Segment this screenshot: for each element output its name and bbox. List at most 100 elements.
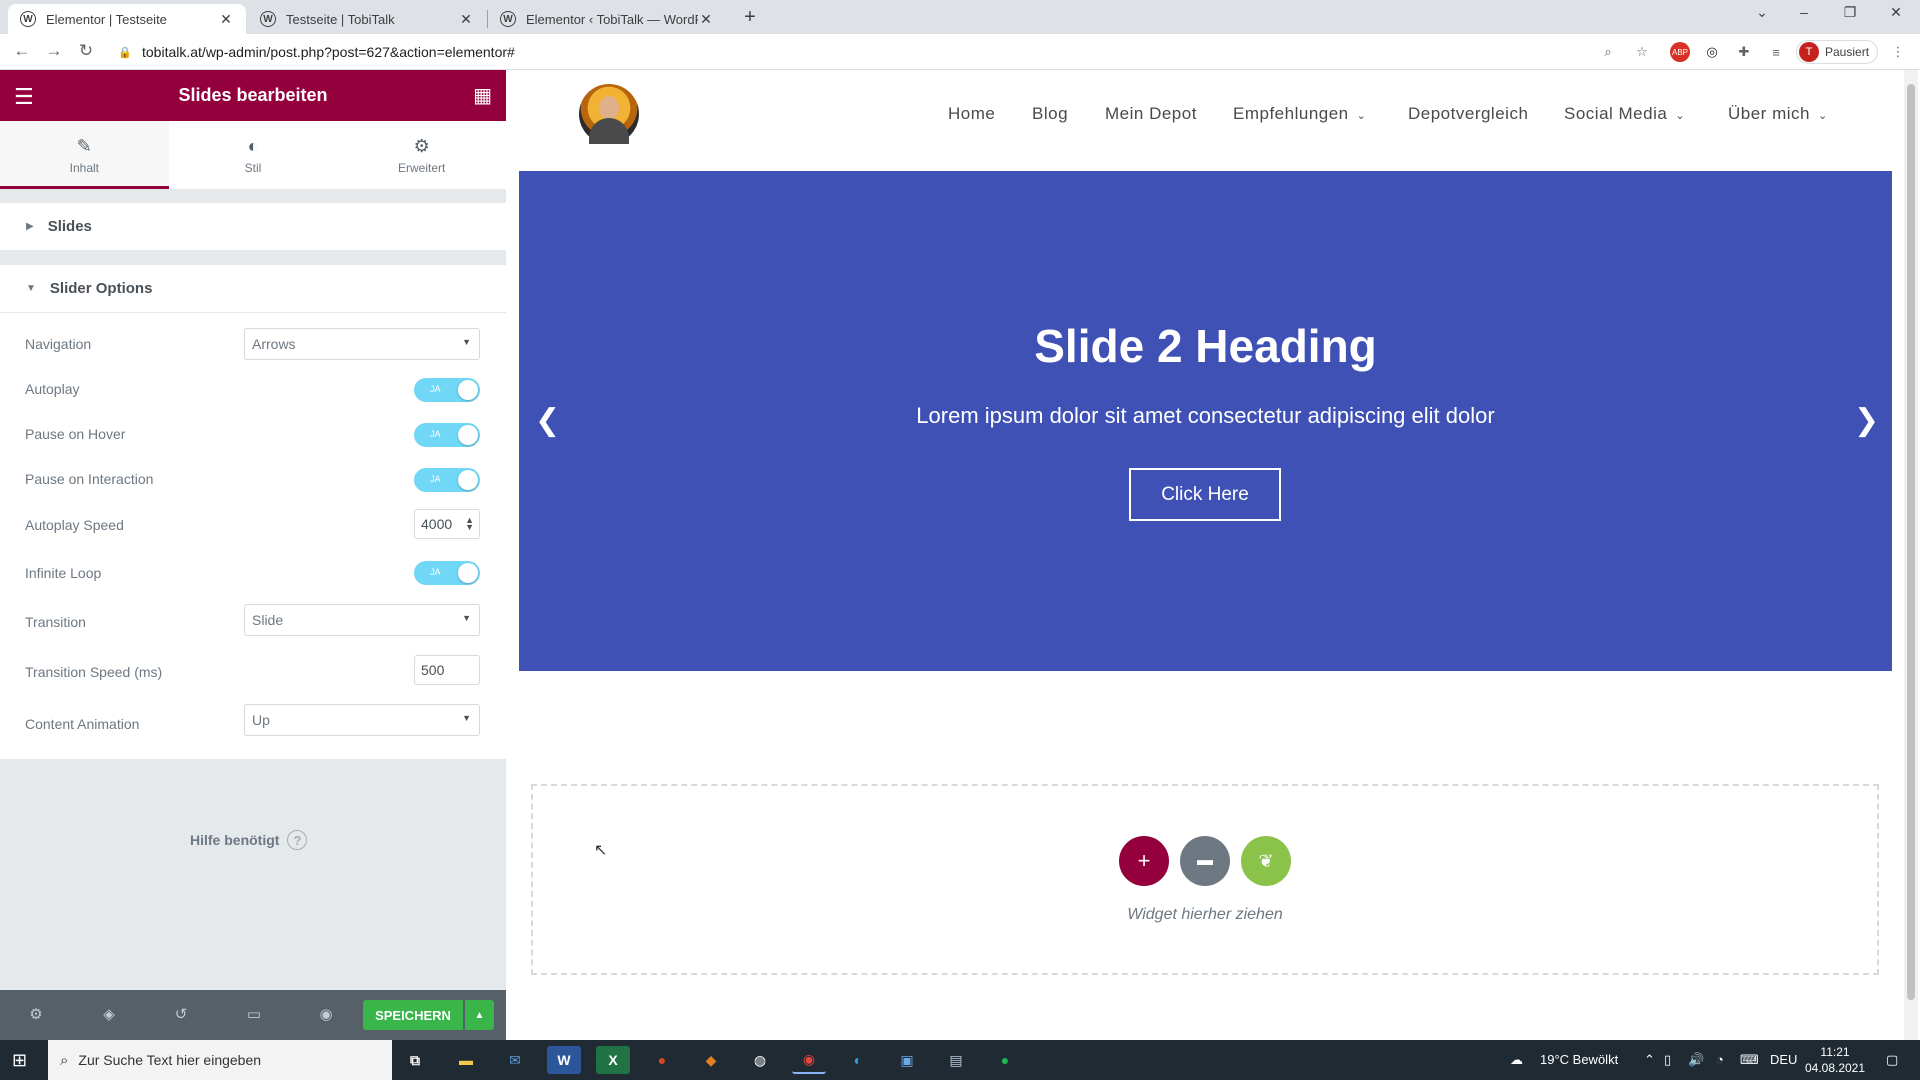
taskbar-search[interactable]: ⌕ Zur Suche Text hier eingeben xyxy=(48,1040,392,1080)
responsive-mode-icon[interactable]: ▭ xyxy=(239,1005,269,1023)
nav-home[interactable]: Home xyxy=(948,104,995,124)
transition-select[interactable]: Slide ▼ xyxy=(244,604,480,636)
nav-mein-depot[interactable]: Mein Depot xyxy=(1105,104,1197,124)
tab-stil[interactable]: ◐ Stil xyxy=(169,121,338,189)
profile-button[interactable]: T Pausiert xyxy=(1796,40,1879,64)
control-label: Autoplay Speed xyxy=(25,517,124,533)
elementor-panel: ☰ Slides bearbeiten ▦ ✎ Inhalt ◐ Stil ⚙ … xyxy=(0,70,506,990)
pause-on-interaction-toggle[interactable]: JA xyxy=(414,468,480,492)
app-window-icon[interactable]: ▣ xyxy=(890,1046,924,1074)
task-view-icon[interactable]: ⧉ xyxy=(398,1046,432,1074)
template-library-folder-icon[interactable]: ▬ xyxy=(1180,836,1230,886)
tray-chevron-icon[interactable]: ⌃ xyxy=(1644,1052,1655,1068)
section-slides[interactable]: ▶ Slides xyxy=(0,203,506,251)
notifications-icon[interactable]: ▢ xyxy=(1886,1052,1898,1068)
forward-icon[interactable]: → xyxy=(42,41,66,61)
windows-start-icon[interactable]: ⊞ xyxy=(12,1050,27,1071)
close-icon[interactable]: ✕ xyxy=(218,11,234,28)
navigator-layers-icon[interactable]: ◈ xyxy=(94,1005,124,1023)
reading-list-icon[interactable]: ≡ xyxy=(1766,42,1786,62)
close-icon[interactable]: ✕ xyxy=(698,11,714,28)
widgets-grid-icon[interactable]: ▦ xyxy=(473,83,492,108)
weather-text[interactable]: 19°C Bewölkt xyxy=(1540,1052,1618,1067)
tab-elementor-wordpress[interactable]: W Elementor ‹ TobiTalk — WordPre ✕ xyxy=(488,4,726,34)
address-bar[interactable]: 🔒 tobitalk.at/wp-admin/post.php?post=627… xyxy=(110,39,1630,65)
envato-leaf-icon[interactable]: ❦ xyxy=(1241,836,1291,886)
adblock-icon[interactable]: ABP xyxy=(1670,42,1690,62)
tab-testseite-tobitalk[interactable]: W Testseite | TobiTalk ✕ xyxy=(248,4,486,34)
nav-social-media[interactable]: Social Media ⌄ xyxy=(1564,104,1685,124)
nav-label: Social Media xyxy=(1564,104,1668,123)
empty-section-dropzone[interactable]: + ▬ ❦ Widget hierher ziehen xyxy=(531,784,1879,975)
chevron-down-icon: ⌄ xyxy=(1356,110,1367,122)
scrollbar-thumb[interactable] xyxy=(1907,84,1915,1000)
infinite-loop-toggle[interactable]: JA xyxy=(414,561,480,585)
history-icon[interactable]: ↺ xyxy=(166,1005,196,1023)
powerpoint-icon[interactable]: ● xyxy=(645,1046,679,1074)
nav-ueber-mich[interactable]: Über mich ⌄ xyxy=(1728,104,1828,124)
chrome-icon[interactable]: ◉ xyxy=(792,1046,826,1074)
extensions-puzzle-icon[interactable]: ✚ xyxy=(1734,42,1754,62)
content-animation-select[interactable]: Up ▼ xyxy=(244,704,480,736)
keyboard-icon[interactable]: ⌨ xyxy=(1740,1052,1759,1068)
section-slider-options[interactable]: ▼ Slider Options xyxy=(0,265,506,313)
add-section-plus-icon[interactable]: + xyxy=(1119,836,1169,886)
obs-icon[interactable]: ◍ xyxy=(743,1046,777,1074)
tab-elementor-testseite[interactable]: W Elementor | Testseite ✕ xyxy=(8,4,246,34)
slide-button[interactable]: Click Here xyxy=(1129,468,1281,521)
nav-depotvergleich[interactable]: Depotvergleich xyxy=(1408,104,1528,124)
meet-icon[interactable]: ▯ xyxy=(1664,1052,1671,1068)
close-window-icon[interactable]: ✕ xyxy=(1876,4,1916,21)
nav-empfehlungen[interactable]: Empfehlungen ⌄ xyxy=(1233,104,1366,124)
word-icon[interactable]: W xyxy=(547,1046,581,1074)
help-link[interactable]: Hilfe benötigt ? xyxy=(190,830,308,850)
autoplay-speed-input[interactable]: 4000 ▲ ▼ xyxy=(414,509,480,539)
nav-blog[interactable]: Blog xyxy=(1032,104,1068,124)
more-menu-icon[interactable]: ⋮ xyxy=(1888,42,1908,62)
autoplay-toggle[interactable]: JA xyxy=(414,378,480,402)
prev-arrow-icon[interactable]: ❮ xyxy=(535,403,560,438)
bookmark-star-icon[interactable]: ☆ xyxy=(1632,42,1652,62)
settings-gear-icon[interactable]: ⚙ xyxy=(21,1005,51,1023)
spotify-icon[interactable]: ● xyxy=(988,1046,1022,1074)
save-button[interactable]: SPEICHERN xyxy=(363,1000,463,1030)
avatar: T xyxy=(1799,42,1819,62)
tab-label: Stil xyxy=(244,160,262,175)
weather-cloud-icon[interactable]: ☁ xyxy=(1510,1052,1523,1068)
tab-inhalt[interactable]: ✎ Inhalt xyxy=(0,121,169,189)
new-tab-button[interactable]: + xyxy=(738,6,762,29)
app-icon[interactable]: ◆ xyxy=(694,1046,728,1074)
close-icon[interactable]: ✕ xyxy=(458,11,474,28)
grammarly-icon[interactable]: ◎ xyxy=(1702,42,1722,62)
pause-on-hover-toggle[interactable]: JA xyxy=(414,423,480,447)
reload-icon[interactable]: ↻ xyxy=(74,41,98,61)
next-arrow-icon[interactable]: ❯ xyxy=(1854,403,1879,438)
zoom-icon[interactable]: ⌕ xyxy=(1598,42,1618,62)
file-explorer-icon[interactable]: ▬ xyxy=(449,1046,483,1074)
wifi-icon[interactable]: ◔ xyxy=(1716,1052,1724,1067)
minimize-icon[interactable]: – xyxy=(1784,4,1824,20)
control-label: Infinite Loop xyxy=(25,565,102,581)
panel-header: ☰ Slides bearbeiten ▦ xyxy=(0,70,506,121)
save-options-caret-icon[interactable]: ▲ xyxy=(465,1000,494,1030)
transition-speed-input[interactable]: 500 xyxy=(414,655,480,685)
spinner-arrows-icon[interactable]: ▲ ▼ xyxy=(465,516,474,532)
edge-icon[interactable]: ◐ xyxy=(841,1046,875,1074)
input-value: 500 xyxy=(421,662,445,678)
site-logo[interactable] xyxy=(579,84,639,144)
tab-search-icon[interactable]: ⌄ xyxy=(1742,4,1782,21)
tab-erweitert[interactable]: ⚙ Erweitert xyxy=(337,121,506,189)
slides-widget[interactable]: Slide 2 Heading Lorem ipsum dolor sit am… xyxy=(519,171,1892,671)
screen: W Elementor | Testseite ✕ W Testseite | … xyxy=(0,0,1920,1080)
preview-eye-icon[interactable]: ◉ xyxy=(311,1005,341,1023)
hamburger-menu-icon[interactable]: ☰ xyxy=(14,84,34,110)
notes-icon[interactable]: ▤ xyxy=(939,1046,973,1074)
mail-icon[interactable]: ✉ xyxy=(498,1046,532,1074)
page-scrollbar[interactable] xyxy=(1904,70,1918,1040)
excel-icon[interactable]: X xyxy=(596,1046,630,1074)
navigation-select[interactable]: Arrows ▼ xyxy=(244,328,480,360)
volume-icon[interactable]: 🔊 xyxy=(1688,1052,1704,1068)
back-icon[interactable]: ← xyxy=(10,41,34,61)
restore-icon[interactable]: ❐ xyxy=(1830,4,1870,21)
clock[interactable]: 11:21 04.08.2021 xyxy=(1790,1044,1880,1076)
